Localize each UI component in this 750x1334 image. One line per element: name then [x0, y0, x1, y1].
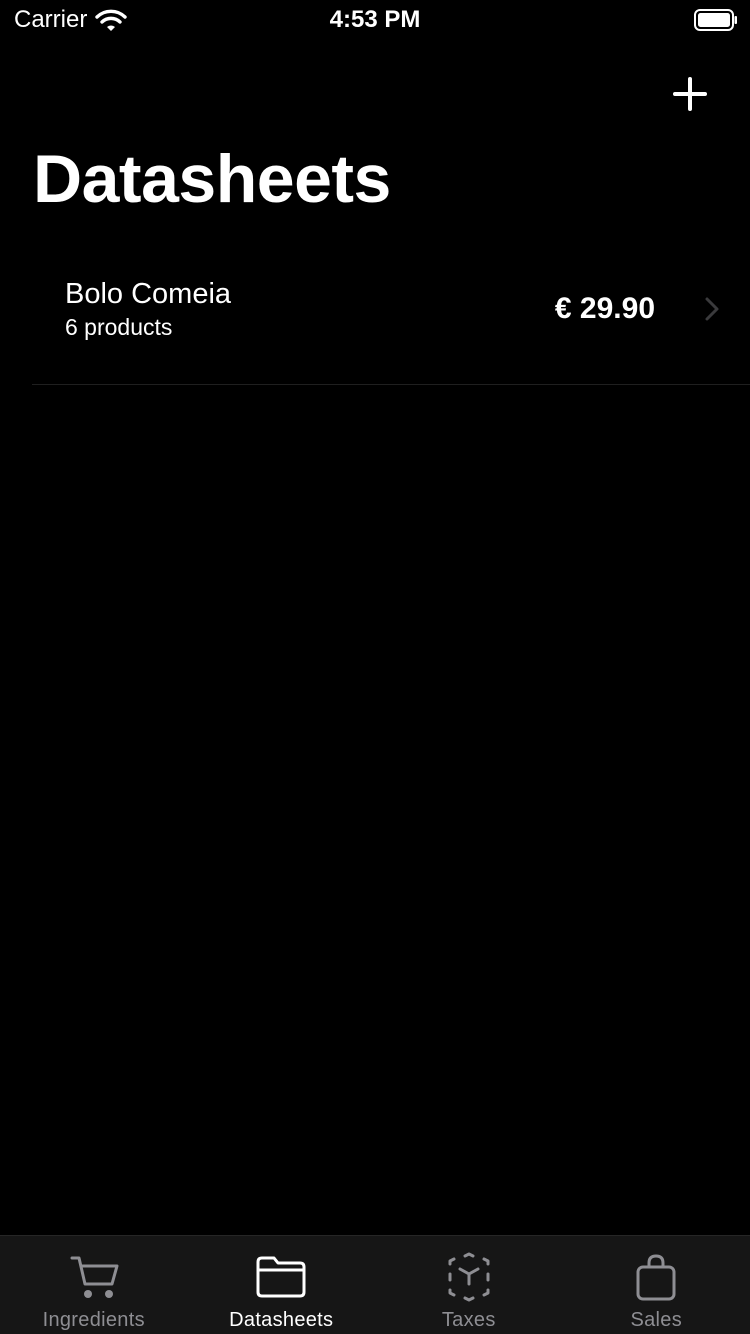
- add-datasheet-button[interactable]: [670, 74, 710, 114]
- status-time: 4:53 PM: [329, 6, 421, 33]
- cart-icon: [70, 1256, 119, 1298]
- status-bar: Carrier 4:53 PM: [0, 0, 750, 40]
- list-item[interactable]: Bolo Comeia 6 products € 29.90: [32, 258, 750, 385]
- tab-taxes[interactable]: Taxes: [375, 1236, 563, 1334]
- tab-label: Sales: [630, 1309, 683, 1331]
- bag-icon: [636, 1254, 676, 1301]
- folder-icon: [256, 1256, 306, 1298]
- item-title: Bolo Comeia: [65, 278, 232, 310]
- tab-label: Datasheets: [229, 1309, 334, 1331]
- item-subtitle: 6 products: [65, 314, 173, 340]
- box-icon: [448, 1252, 490, 1302]
- tab-label: Ingredients: [42, 1309, 145, 1331]
- plus-icon: [673, 77, 707, 111]
- tab-sales[interactable]: Sales: [563, 1236, 750, 1334]
- tab-ingredients[interactable]: Ingredients: [0, 1236, 188, 1334]
- page-title: Datasheets: [33, 141, 391, 217]
- tab-bar: Ingredients Datasheets Taxes Sales: [0, 1235, 750, 1334]
- item-price: € 29.90: [554, 292, 655, 325]
- tab-datasheets[interactable]: Datasheets: [188, 1236, 376, 1334]
- chevron-right-icon: [705, 297, 719, 321]
- battery-icon: [694, 9, 737, 31]
- tab-label: Taxes: [441, 1309, 496, 1331]
